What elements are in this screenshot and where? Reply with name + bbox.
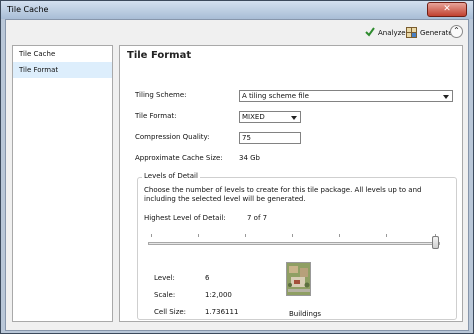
sidebar-nav: Tile Cache Tile Format bbox=[12, 45, 113, 322]
slider-track[interactable] bbox=[148, 242, 440, 245]
cache-size-label: Approximate Cache Size: bbox=[135, 154, 223, 162]
slider-tick bbox=[386, 234, 387, 237]
toolbar: Analyze Generate ⌃ bbox=[6, 20, 468, 46]
cell-size-value: 1.736111 bbox=[205, 308, 239, 316]
slider-tick bbox=[339, 234, 340, 237]
page-title: Tile Format bbox=[127, 50, 192, 61]
tile-format-panel: Tile Format Tiling Scheme: A tiling sche… bbox=[119, 45, 463, 322]
sidebar-item-label: Tile Cache bbox=[19, 50, 56, 58]
generate-label: Generate bbox=[420, 29, 453, 37]
tile-cache-window: Tile Cache ✕ Analyze Generate ⌃ Tile Cac… bbox=[0, 0, 474, 334]
title-bar[interactable]: Tile Cache ✕ bbox=[1, 1, 473, 19]
tile-format-label: Tile Format: bbox=[135, 112, 177, 120]
level-value: 6 bbox=[205, 274, 210, 282]
highest-lod-label: Highest Level of Detail: bbox=[144, 214, 226, 222]
cache-size-value: 34 Gb bbox=[239, 154, 260, 162]
highest-lod-value: 7 of 7 bbox=[247, 214, 268, 222]
slider-tick bbox=[198, 234, 199, 237]
lod-preview-thumbnail bbox=[286, 262, 311, 296]
tile-format-select[interactable]: MIXED bbox=[239, 111, 301, 123]
levels-of-detail-legend: Levels of Detail bbox=[142, 172, 200, 180]
lod-description: Choose the number of levels to create fo… bbox=[144, 186, 422, 203]
analyze-button[interactable]: Analyze bbox=[365, 27, 406, 39]
tile-format-value: MIXED bbox=[242, 113, 265, 121]
compression-quality-value: 75 bbox=[242, 134, 251, 142]
compression-quality-input[interactable]: 75 bbox=[239, 132, 301, 144]
chevron-up-circle-icon: ⌃ bbox=[453, 26, 460, 35]
chevron-down-icon bbox=[443, 95, 449, 99]
collapse-button[interactable]: ⌃ bbox=[450, 25, 463, 38]
thumbnail-caption: Buildings bbox=[289, 310, 322, 318]
slider-thumb[interactable] bbox=[432, 236, 439, 249]
slider-tick bbox=[245, 234, 246, 237]
cell-size-label: Cell Size: bbox=[154, 308, 187, 316]
close-button[interactable]: ✕ bbox=[427, 2, 467, 17]
slider-tick bbox=[151, 234, 152, 237]
generate-grid-icon bbox=[406, 26, 417, 40]
scale-value: 1:2,000 bbox=[205, 291, 232, 299]
sidebar-item-tile-cache[interactable]: Tile Cache bbox=[13, 46, 112, 62]
tiling-scheme-value: A tiling scheme file bbox=[242, 92, 309, 100]
generate-button[interactable]: Generate bbox=[406, 26, 453, 40]
client-area: Analyze Generate ⌃ Tile Cache Tile Forma… bbox=[5, 19, 469, 331]
chevron-down-icon bbox=[291, 116, 297, 120]
scale-label: Scale: bbox=[154, 291, 176, 299]
compression-quality-label: Compression Quality: bbox=[135, 133, 210, 141]
level-label: Level: bbox=[154, 274, 175, 282]
window-title: Tile Cache bbox=[7, 5, 49, 14]
tiling-scheme-select[interactable]: A tiling scheme file bbox=[239, 90, 453, 102]
sidebar-item-label: Tile Format bbox=[19, 66, 59, 74]
slider-tick bbox=[292, 234, 293, 237]
tiling-scheme-label: Tiling Scheme: bbox=[135, 91, 187, 99]
checkmark-icon bbox=[365, 27, 375, 39]
sidebar-item-tile-format[interactable]: Tile Format bbox=[13, 62, 112, 78]
analyze-label: Analyze bbox=[378, 29, 406, 37]
